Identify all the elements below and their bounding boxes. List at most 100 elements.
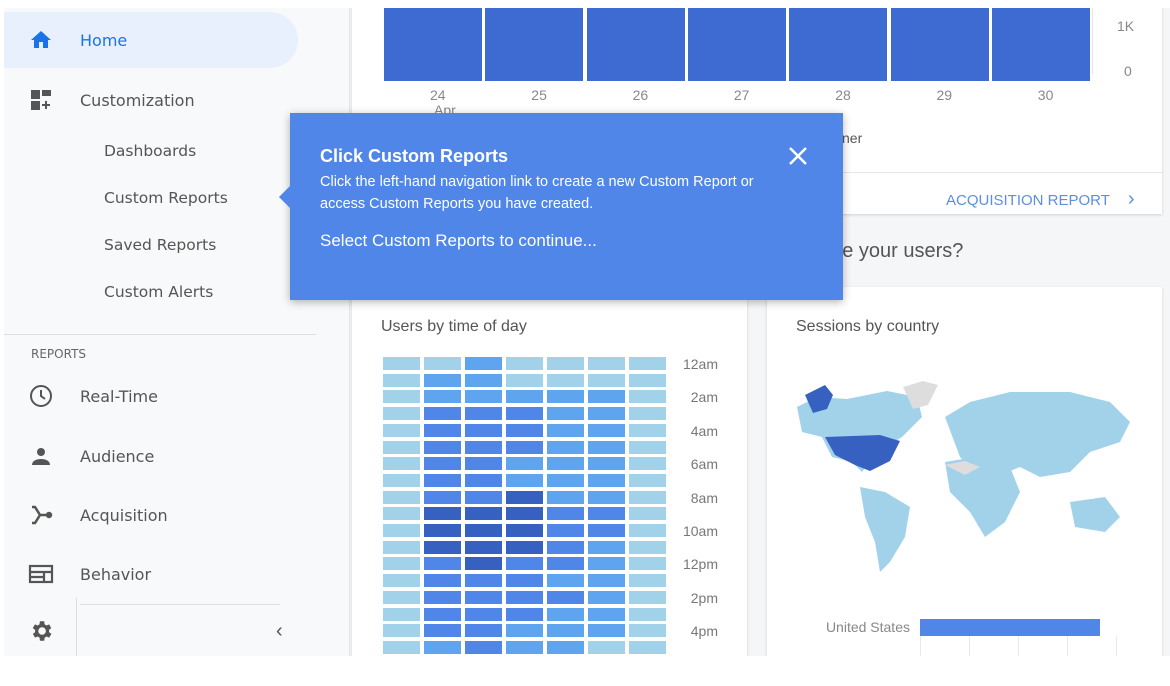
heatmap-cell[interactable] — [424, 624, 461, 638]
heatmap-cell[interactable] — [424, 607, 461, 621]
heatmap-cell[interactable] — [629, 624, 666, 638]
sidebar-item-home[interactable]: Home — [4, 12, 298, 68]
heatmap-cell[interactable] — [383, 473, 420, 487]
heatmap-cell[interactable] — [424, 574, 461, 588]
heatmap-cell[interactable] — [465, 373, 502, 387]
heatmap-cell[interactable] — [629, 357, 666, 370]
heatmap-cell[interactable] — [465, 457, 502, 471]
heatmap-cell[interactable] — [383, 373, 420, 387]
heatmap-cell[interactable] — [588, 624, 625, 638]
heatmap-cell[interactable] — [588, 457, 625, 471]
heatmap-cell[interactable] — [506, 624, 543, 638]
heatmap-cell[interactable] — [629, 640, 666, 654]
heatmap-cell[interactable] — [588, 640, 625, 654]
heatmap-cell[interactable] — [383, 624, 420, 638]
heatmap-cell[interactable] — [465, 440, 502, 454]
heatmap-cell[interactable] — [424, 557, 461, 571]
heatmap-cell[interactable] — [629, 390, 666, 404]
heatmap-cell[interactable] — [506, 557, 543, 571]
heatmap-cell[interactable] — [383, 574, 420, 588]
sidebar-item-dashboards[interactable]: Dashboards — [104, 142, 196, 160]
heatmap-cell[interactable] — [424, 473, 461, 487]
bar[interactable] — [991, 8, 1090, 81]
heatmap-cell[interactable] — [629, 574, 666, 588]
heatmap-cell[interactable] — [465, 390, 502, 404]
heatmap-cell[interactable] — [629, 473, 666, 487]
heatmap-cell[interactable] — [547, 590, 584, 604]
heatmap-cell[interactable] — [506, 540, 543, 554]
heatmap-cell[interactable] — [547, 507, 584, 521]
heatmap-cell[interactable] — [506, 440, 543, 454]
heatmap-cell[interactable] — [588, 540, 625, 554]
heatmap-cell[interactable] — [424, 590, 461, 604]
heatmap-cell[interactable] — [588, 390, 625, 404]
heatmap-cell[interactable] — [588, 607, 625, 621]
heatmap-cell[interactable] — [506, 524, 543, 537]
heatmap-cell[interactable] — [506, 574, 543, 588]
heatmap-cell[interactable] — [424, 507, 461, 521]
heatmap-cell[interactable] — [629, 440, 666, 454]
heatmap-cell[interactable] — [588, 557, 625, 571]
heatmap-cell[interactable] — [547, 557, 584, 571]
heatmap-cell[interactable] — [588, 440, 625, 454]
heatmap-cell[interactable] — [383, 440, 420, 454]
heatmap-cell[interactable] — [547, 440, 584, 454]
heatmap-cell[interactable] — [506, 407, 543, 421]
heatmap-cell[interactable] — [383, 507, 420, 521]
heatmap-cell[interactable] — [588, 524, 625, 537]
heatmap-cell[interactable] — [629, 540, 666, 554]
heatmap-cell[interactable] — [506, 590, 543, 604]
heatmap-cell[interactable] — [383, 524, 420, 537]
heatmap-cell[interactable] — [383, 390, 420, 404]
heatmap-cell[interactable] — [506, 457, 543, 471]
heatmap-cell[interactable] — [465, 557, 502, 571]
heatmap-cell[interactable] — [629, 590, 666, 604]
heatmap-cell[interactable] — [383, 557, 420, 571]
heatmap-cell[interactable] — [506, 357, 543, 370]
heatmap-cell[interactable] — [629, 373, 666, 387]
heatmap-cell[interactable] — [629, 457, 666, 471]
heatmap-cell[interactable] — [383, 540, 420, 554]
heatmap-cell[interactable] — [629, 507, 666, 521]
heatmap-cell[interactable] — [465, 640, 502, 654]
heatmap-cell[interactable] — [383, 607, 420, 621]
sidebar-item-saved-reports[interactable]: Saved Reports — [104, 236, 216, 254]
heatmap-cell[interactable] — [547, 423, 584, 437]
heatmap-cell[interactable] — [424, 390, 461, 404]
heatmap-cell[interactable] — [506, 507, 543, 521]
heatmap-cell[interactable] — [465, 423, 502, 437]
heatmap-cell[interactable] — [506, 490, 543, 504]
heatmap-cell[interactable] — [465, 540, 502, 554]
heatmap-cell[interactable] — [383, 640, 420, 654]
heatmap-cell[interactable] — [506, 607, 543, 621]
heatmap-cell[interactable] — [547, 457, 584, 471]
heatmap-cell[interactable] — [629, 524, 666, 537]
heatmap-cell[interactable] — [424, 373, 461, 387]
heatmap-cell[interactable] — [547, 490, 584, 504]
heatmap-cell[interactable] — [629, 557, 666, 571]
heatmap-cell[interactable] — [383, 590, 420, 604]
heatmap-cell[interactable] — [547, 407, 584, 421]
heatmap-cell[interactable] — [383, 490, 420, 504]
heatmap-cell[interactable] — [547, 607, 584, 621]
world-map[interactable] — [795, 377, 1135, 577]
acquisition-report-link[interactable]: ACQUISITION REPORT › — [946, 188, 1135, 211]
heatmap-cell[interactable] — [588, 357, 625, 370]
heatmap-cell[interactable] — [547, 640, 584, 654]
heatmap-cell[interactable] — [465, 590, 502, 604]
heatmap-cell[interactable] — [506, 373, 543, 387]
heatmap-cell[interactable] — [424, 524, 461, 537]
heatmap-cell[interactable] — [506, 640, 543, 654]
heatmap-cell[interactable] — [629, 607, 666, 621]
heatmap-cell[interactable] — [506, 390, 543, 404]
settings-gear-icon[interactable] — [28, 618, 54, 649]
heatmap-cell[interactable] — [588, 423, 625, 437]
heatmap-cell[interactable] — [506, 473, 543, 487]
heatmap-cell[interactable] — [588, 574, 625, 588]
heatmap-cell[interactable] — [465, 507, 502, 521]
heatmap-cell[interactable] — [547, 473, 584, 487]
heatmap-cell[interactable] — [465, 607, 502, 621]
heatmap-cell[interactable] — [506, 423, 543, 437]
heatmap-cell[interactable] — [547, 524, 584, 537]
heatmap-cell[interactable] — [383, 423, 420, 437]
